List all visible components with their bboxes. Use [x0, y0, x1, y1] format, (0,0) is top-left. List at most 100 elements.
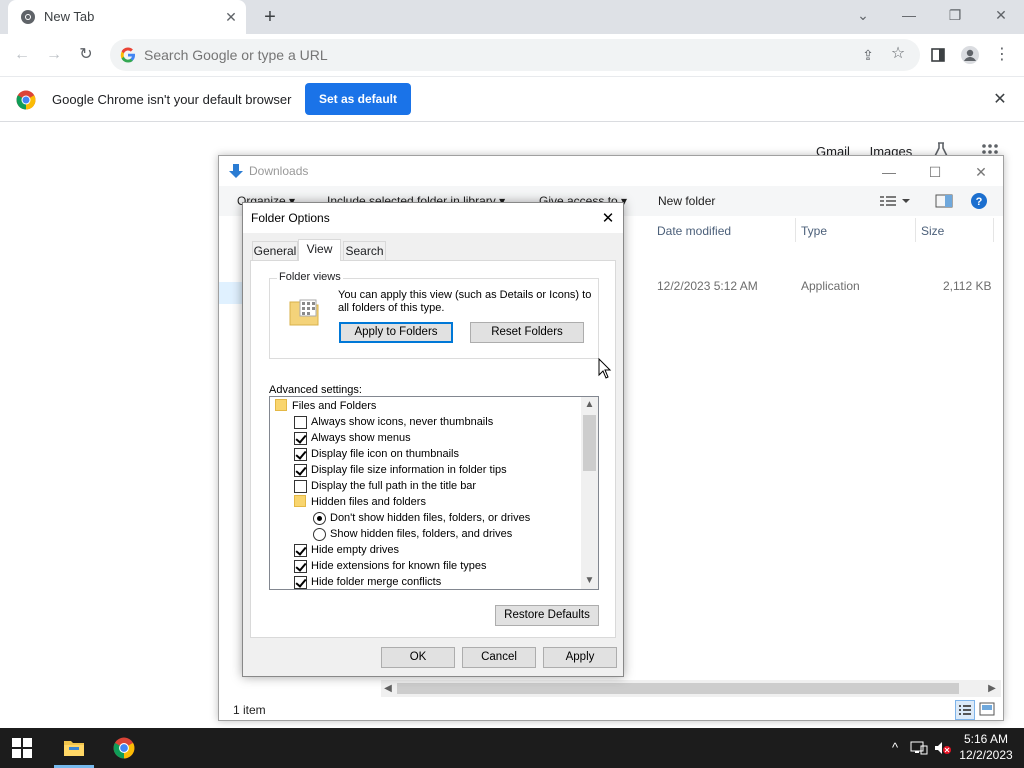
restore-icon[interactable]: ❐: [943, 4, 967, 26]
tab-new-tab[interactable]: New Tab ✕: [8, 0, 246, 34]
column-type[interactable]: Type: [801, 224, 827, 238]
vscroll-thumb[interactable]: [583, 415, 596, 471]
folder-icon: [275, 399, 287, 411]
scroll-up-arrow-icon[interactable]: ▲: [581, 397, 598, 413]
details-view-icon[interactable]: [955, 700, 975, 720]
forward-arrow-icon[interactable]: →: [42, 43, 66, 67]
explorer-close-icon[interactable]: ✕: [961, 161, 1001, 183]
setting-label: Display the full path in the title bar: [311, 480, 477, 492]
view-options-icon[interactable]: [880, 194, 910, 211]
checkbox-checked[interactable]: [294, 432, 307, 445]
large-icons-view-icon[interactable]: [979, 702, 997, 718]
set-as-default-button[interactable]: Set as default: [305, 83, 411, 115]
reset-folders-button[interactable]: Reset Folders: [470, 322, 584, 343]
setting-label: Don't show hidden files, folders, or dri…: [330, 512, 531, 524]
preview-pane-icon[interactable]: [935, 194, 953, 211]
setting-label: Display file icon on thumbnails: [311, 448, 459, 460]
column-date-modified[interactable]: Date modified: [657, 224, 731, 238]
tab-search-chevron-icon[interactable]: ⌄: [851, 4, 875, 26]
mouse-cursor-icon: [598, 358, 612, 379]
network-icon[interactable]: [910, 741, 928, 755]
tab-general[interactable]: General: [252, 241, 298, 261]
file-explorer-icon: [64, 741, 84, 756]
help-icon[interactable]: ?: [971, 193, 987, 212]
downloads-arrow-icon: [229, 164, 243, 178]
hscroll-thumb[interactable]: [397, 683, 959, 694]
new-tab-button[interactable]: +: [258, 6, 282, 28]
taskbar-file-explorer[interactable]: [50, 728, 98, 768]
side-panel-icon[interactable]: [926, 43, 950, 67]
setting-label: Display file size information in folder …: [311, 464, 507, 476]
omnibox-input[interactable]: [142, 45, 842, 65]
horizontal-scrollbar[interactable]: ◀ ▶: [381, 680, 1001, 697]
back-arrow-icon[interactable]: ←: [10, 43, 34, 67]
google-g-icon: [120, 47, 135, 63]
windows-start-icon[interactable]: [12, 738, 32, 758]
tab-search[interactable]: Search: [343, 241, 386, 261]
apply-button[interactable]: Apply: [543, 647, 617, 668]
folder-views-description: You can apply this view (such as Details…: [338, 289, 592, 314]
setting-label: Hide empty drives: [311, 544, 400, 556]
file-type: Application: [801, 279, 860, 293]
chrome-logo-icon: [16, 90, 36, 110]
checkbox-checked[interactable]: [294, 464, 307, 477]
tab-title: New Tab: [44, 9, 95, 24]
bookmark-star-icon[interactable]: ☆: [888, 44, 908, 64]
tab-view[interactable]: View: [298, 239, 341, 261]
checkbox-checked[interactable]: [294, 560, 307, 573]
checkbox-unchecked[interactable]: [294, 480, 307, 493]
setting-label: Hide extensions for known file types: [311, 560, 487, 572]
folder-icon: [294, 495, 306, 507]
scroll-left-arrow-icon[interactable]: ◀: [381, 680, 395, 697]
infobar-close-icon[interactable]: ✕: [990, 90, 1010, 110]
folder-views-legend: Folder views: [277, 271, 343, 283]
tab-close-icon[interactable]: ✕: [222, 8, 240, 26]
explorer-titlebar: Downloads — ☐ ✕: [219, 156, 1003, 186]
file-size: 2,112 KB: [943, 279, 992, 293]
system-clock[interactable]: 5:16 AM 12/2/2023: [956, 731, 1016, 763]
dialog-close-icon[interactable]: ✕: [597, 208, 619, 230]
checkbox-checked[interactable]: [294, 448, 307, 461]
reload-icon[interactable]: ↻: [74, 43, 98, 67]
setting-label: Files and Folders: [292, 400, 377, 412]
volume-muted-icon[interactable]: [934, 741, 952, 755]
explorer-minimize-icon[interactable]: —: [869, 161, 909, 183]
checkbox-unchecked[interactable]: [294, 416, 307, 429]
checkbox-checked[interactable]: [294, 576, 307, 589]
setting-label: Always show icons, never thumbnails: [311, 416, 494, 428]
close-window-icon[interactable]: ✕: [989, 4, 1013, 26]
view-tab-panel: Folder views You can apply this view (su…: [250, 260, 616, 638]
setting-label: Hide folder merge conflicts: [311, 576, 442, 588]
advanced-vertical-scrollbar[interactable]: ▲ ▼: [581, 397, 598, 589]
advanced-settings-tree[interactable]: ▲ ▼ Files and Folders Always show icons, …: [269, 396, 599, 590]
minimize-icon[interactable]: —: [897, 4, 921, 26]
checkbox-checked[interactable]: [294, 544, 307, 557]
explorer-title: Downloads: [249, 164, 309, 178]
default-browser-infobar: Google Chrome isn't your default browser…: [0, 76, 1024, 122]
folder-views-icon: [289, 299, 319, 326]
explorer-maximize-icon[interactable]: ☐: [915, 161, 955, 183]
kebab-menu-icon[interactable]: ⋮: [990, 43, 1014, 67]
infobar-message: Google Chrome isn't your default browser: [52, 92, 292, 107]
setting-label: Show hidden files, folders, and drives: [330, 528, 513, 540]
item-count: 1 item: [233, 703, 266, 717]
folder-options-dialog: Folder Options ✕ General View Search Fol…: [242, 202, 624, 677]
restore-defaults-button[interactable]: Restore Defaults: [495, 605, 599, 626]
ok-button[interactable]: OK: [381, 647, 455, 668]
share-icon[interactable]: ⇪: [858, 45, 878, 65]
show-hidden-icons-chevron-icon[interactable]: ^: [886, 740, 904, 756]
svg-text:?: ?: [976, 196, 983, 208]
column-size[interactable]: Size: [921, 224, 944, 238]
folder-views-group: Folder views You can apply this view (su…: [269, 271, 599, 359]
scroll-down-arrow-icon[interactable]: ▼: [581, 573, 598, 589]
omnibox[interactable]: ⇪ ☆: [110, 39, 920, 71]
advanced-settings-label: Advanced settings:: [269, 384, 362, 396]
new-folder-button[interactable]: New folder: [658, 194, 715, 208]
taskbar-chrome[interactable]: [100, 728, 148, 768]
radio-unselected[interactable]: [313, 528, 326, 541]
cancel-button[interactable]: Cancel: [462, 647, 536, 668]
scroll-right-arrow-icon[interactable]: ▶: [985, 680, 999, 697]
profile-avatar-icon[interactable]: [958, 43, 982, 67]
radio-selected[interactable]: [313, 512, 326, 525]
apply-to-folders-button[interactable]: Apply to Folders: [339, 322, 453, 343]
